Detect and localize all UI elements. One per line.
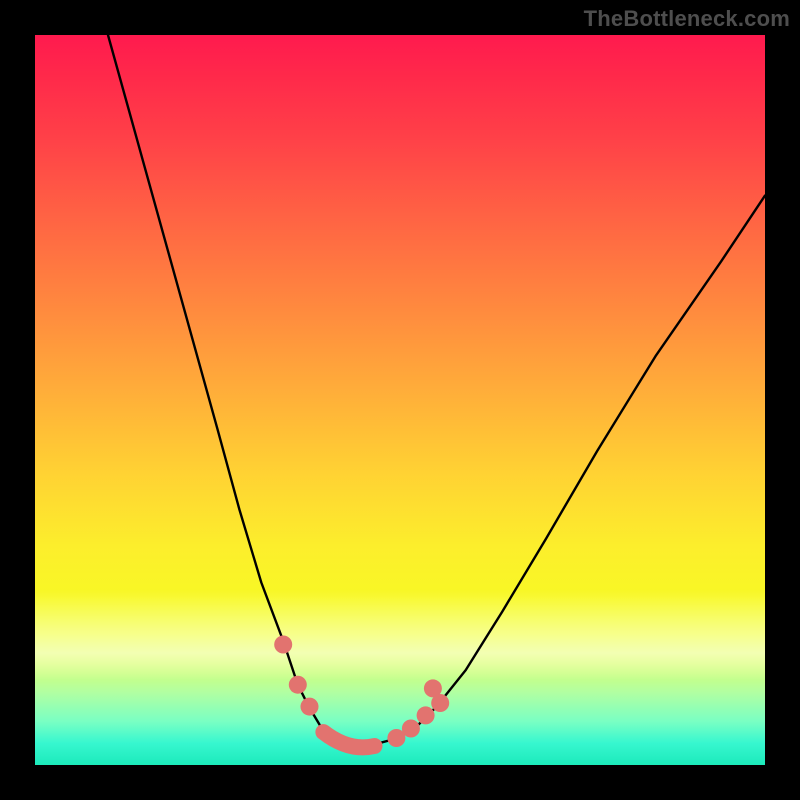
chart-marker-dot [301, 698, 319, 716]
chart-markers [274, 636, 449, 748]
chart-marker-segment [323, 732, 374, 747]
chart-marker-dot [402, 720, 420, 738]
bottleneck-curve [108, 35, 765, 747]
chart-plot-area [35, 35, 765, 765]
chart-curve-svg [35, 35, 765, 765]
chart-marker-dot [417, 706, 435, 724]
watermark-text: TheBottleneck.com [584, 6, 790, 32]
chart-frame: TheBottleneck.com [0, 0, 800, 800]
chart-marker-dot [274, 636, 292, 654]
chart-marker-dot [289, 676, 307, 694]
chart-marker-dot [431, 694, 449, 712]
